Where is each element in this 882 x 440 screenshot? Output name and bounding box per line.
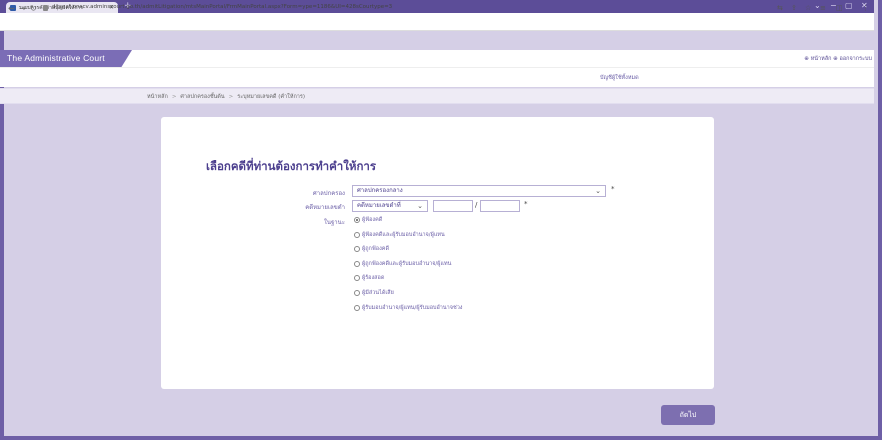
radio-button[interactable] — [354, 246, 360, 252]
page-title: เลือกคดีที่ท่านต้องการทำคำให้การ — [206, 159, 377, 173]
case-type-select[interactable]: คดีหมายเลขดำที่ ⌄ — [352, 200, 428, 212]
status-option[interactable]: ผู้ร้องสอด — [354, 274, 384, 282]
translate-icon[interactable]: ⇆ — [777, 4, 783, 12]
site-logo[interactable]: The Administrative Court — [7, 53, 105, 63]
case-type-value: คดีหมายเลขดำที่ — [357, 202, 401, 209]
status-option-label: ผู้ฟ้องคดี — [362, 217, 383, 223]
menu-kebab-icon[interactable]: ⋮ — [862, 4, 869, 12]
address-bar — [0, 13, 874, 31]
required-mark: * — [524, 200, 528, 208]
status-option-label: ผู้ถูกฟ้องคดีและผู้รับมอบอำนาจ/ผู้แทน — [362, 261, 452, 267]
sub-header — [0, 67, 874, 87]
case-slash: / — [475, 201, 478, 209]
status-option[interactable]: ผู้ฟ้องคดีและผู้รับมอบอำนาจ/ผู้แทน — [354, 231, 445, 239]
status-option[interactable]: ผู้ถูกฟ้องคดี — [354, 245, 389, 253]
breadcrumb-bar — [0, 88, 874, 104]
radio-button[interactable] — [354, 275, 360, 281]
radio-button[interactable] — [354, 290, 360, 296]
status-option-label: ผู้มีส่วนได้เสีย — [362, 290, 394, 296]
case-year-input[interactable] — [480, 200, 520, 212]
status-option-label: ผู้ร้องสอด — [362, 275, 385, 281]
radio-button[interactable] — [354, 232, 360, 238]
top-links[interactable]: ⊕ หน้าหลัก ⊕ ออกจากระบบ — [804, 55, 872, 63]
breadcrumb-separator: > — [228, 94, 234, 100]
next-button[interactable]: ถัดไป — [661, 405, 715, 425]
url-field[interactable]: ditsgat.onscv.adminscourt.go.th/admitLit… — [52, 4, 392, 10]
status-option[interactable]: ผู้รับมอบอำนาจ/ผู้แทน/ผู้รับมอบอำนาจช่วง — [354, 304, 462, 312]
status-option[interactable]: ผู้ถูกฟ้องคดีและผู้รับมอบอำนาจ/ผู้แทน — [354, 260, 451, 268]
status-option[interactable]: ผู้มีส่วนได้เสีย — [354, 289, 394, 297]
forward-icon[interactable]: → — [19, 4, 26, 13]
maximize-button[interactable]: ▢ — [845, 1, 853, 10]
status-option-label: ผู้รับมอบอำนาจ/ผู้แทน/ผู้รับมอบอำนาจช่วง — [362, 305, 463, 311]
status-option-label: ผู้ถูกฟ้องคดี — [362, 246, 390, 252]
breadcrumb-current: ระบุหมายเลขคดี (คำให้การ) — [237, 94, 305, 100]
radio-button[interactable] — [354, 217, 360, 223]
side-panel-icon[interactable]: ◫ — [836, 4, 843, 12]
chevron-down-icon: ⌄ — [417, 202, 423, 210]
court-select-value: ศาลปกครองกลาง — [357, 187, 403, 194]
back-icon[interactable]: ← — [8, 4, 15, 13]
share-icon[interactable]: ⇪ — [791, 4, 797, 12]
reading-list-icon[interactable]: ≡ — [820, 4, 826, 12]
reload-icon[interactable]: ↻ — [30, 4, 37, 13]
required-mark: * — [611, 185, 615, 193]
breadcrumb-court[interactable]: ศาลปกครองชั้นต้น — [180, 94, 224, 100]
status-label: ในฐานะ — [323, 219, 345, 226]
user-menu-title[interactable]: บัญชีผู้ใช้ทั้งหมด — [600, 74, 639, 82]
court-select[interactable]: ศาลปกครองกลาง ⌄ — [352, 185, 606, 197]
case-number-label: คดีหมายเลขดำ — [305, 204, 345, 211]
radio-button[interactable] — [354, 261, 360, 267]
court-label: ศาลปกครอง — [312, 190, 345, 197]
chevron-down-icon: ⌄ — [595, 187, 601, 195]
site-header — [0, 50, 874, 67]
radio-button[interactable] — [354, 305, 360, 311]
case-number-input[interactable] — [433, 200, 473, 212]
lock-icon — [43, 5, 48, 11]
status-option-label: ผู้ฟ้องคดีและผู้รับมอบอำนาจ/ผู้แทน — [362, 232, 445, 238]
bookmark-star-icon[interactable]: ☆ — [805, 4, 811, 12]
breadcrumb-separator: > — [171, 94, 177, 100]
status-option[interactable]: ผู้ฟ้องคดี — [354, 216, 382, 224]
breadcrumb: หน้าหลัก > ศาลปกครองชั้นต้น > ระบุหมายเลขคดี… — [147, 93, 305, 101]
breadcrumb-home[interactable]: หน้าหลัก — [147, 94, 168, 100]
